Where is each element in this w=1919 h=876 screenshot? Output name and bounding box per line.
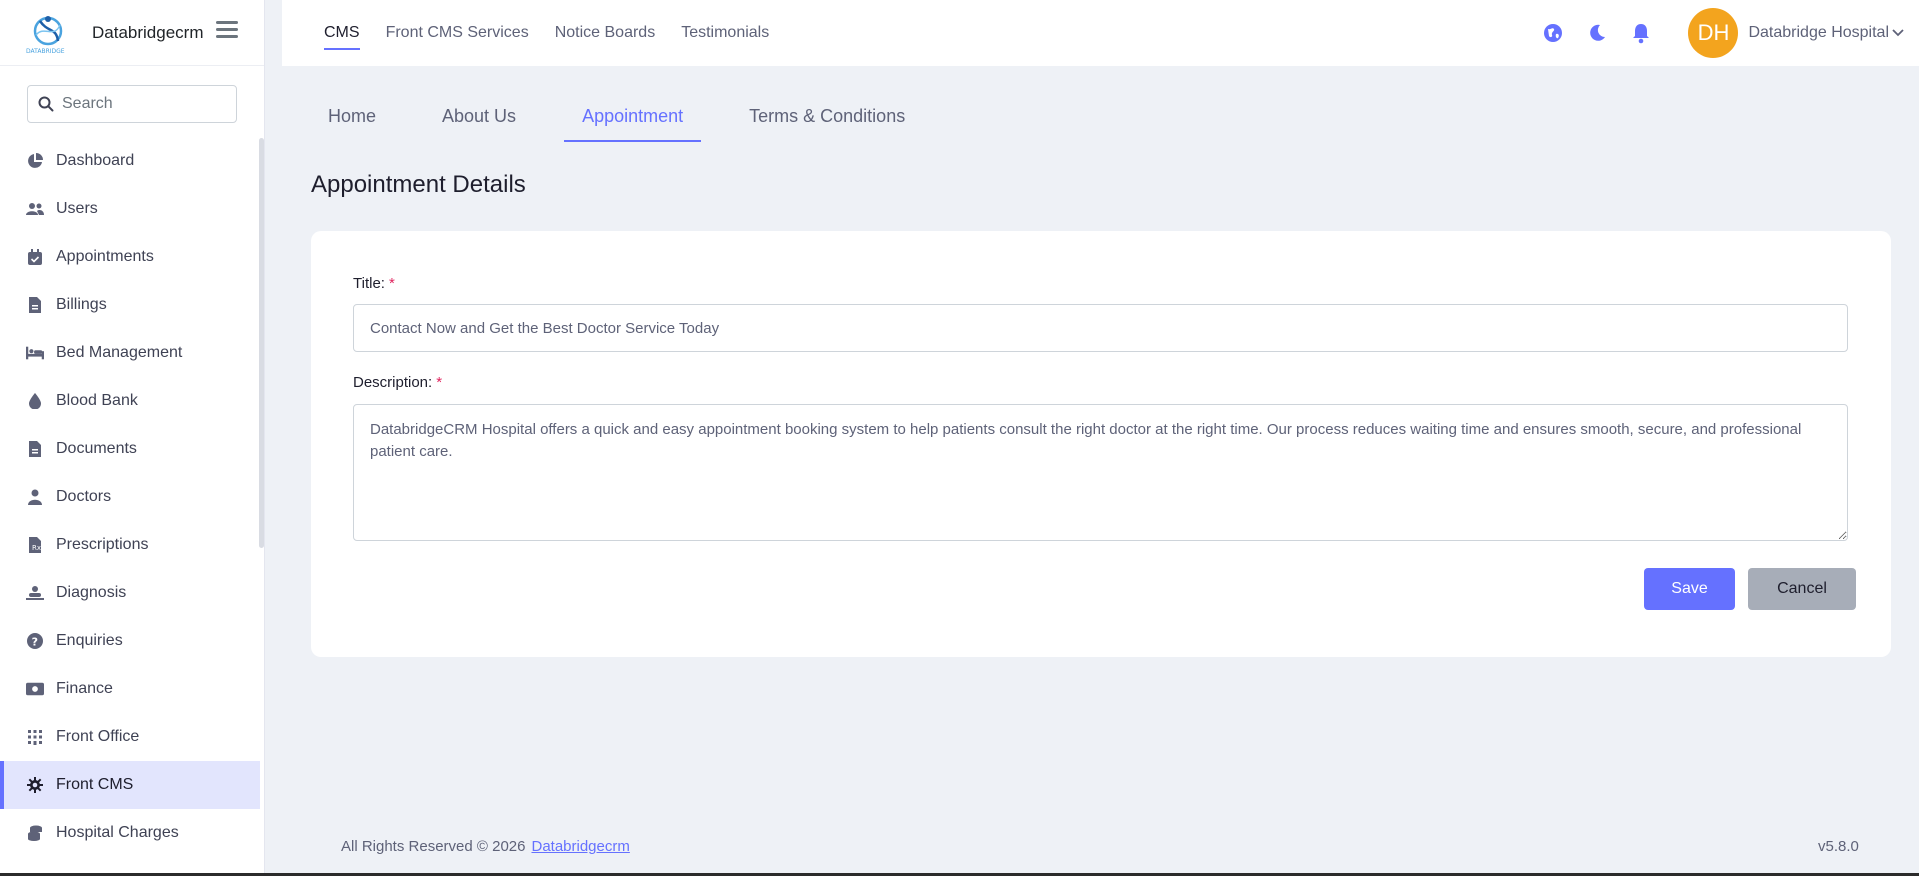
required-mark: * — [388, 275, 395, 292]
sidebar-item-label: Finance — [56, 680, 113, 697]
footer: All Rights Reserved © 2026 Databridgecrm — [341, 838, 630, 855]
sidebar-item-documents[interactable]: Documents — [0, 425, 260, 473]
globe-logo-icon: DATABRIDGE — [26, 15, 65, 55]
sidebar-item-label: Documents — [56, 440, 137, 457]
title-field[interactable] — [353, 304, 1848, 352]
sidebar-item-dashboard[interactable]: Dashboard — [0, 137, 260, 185]
sidebar-item-label: Bed Management — [56, 344, 183, 361]
money-icon — [26, 680, 44, 698]
sidebar-item-billings[interactable]: Billings — [0, 281, 260, 329]
title-label-text: Title: — [353, 275, 385, 292]
search-input[interactable] — [62, 95, 222, 113]
version-text: v5.8.0 — [1818, 838, 1859, 855]
footer-link[interactable]: Databridgecrm — [531, 838, 629, 855]
file-icon — [26, 440, 44, 458]
topnav-front-cms-services[interactable]: Front CMS Services — [386, 16, 529, 50]
topnav-cms[interactable]: CMS — [324, 16, 360, 50]
topbar: CMS Front CMS Services Notice Boards Testim… — [282, 0, 1919, 66]
bell-icon[interactable] — [1630, 22, 1652, 44]
header-tools: DH Databridge Hospital — [1542, 0, 1919, 66]
user-menu[interactable]: Databridge Hospital — [1748, 24, 1919, 42]
sidebar: DATABRIDGE Databridgecrm Dashboard Users A… — [0, 0, 265, 876]
pie-chart-icon — [26, 152, 44, 170]
content-tabs: Home About Us Appointment Terms & Condition… — [310, 96, 953, 142]
title-label: Title: * — [353, 275, 395, 292]
sidebar-scrollbar[interactable] — [259, 138, 264, 548]
building-icon — [26, 728, 44, 746]
tab-about-us[interactable]: About Us — [424, 96, 534, 142]
sidebar-item-label: Hospital Charges — [56, 824, 179, 841]
sidebar-item-label: Users — [56, 200, 98, 217]
sidebar-item-diagnosis[interactable]: Diagnosis — [0, 569, 260, 617]
svg-text:Rx: Rx — [32, 544, 41, 552]
coins-icon — [26, 824, 44, 842]
sidebar-item-label: Dashboard — [56, 152, 135, 169]
svg-text:?: ? — [32, 636, 38, 649]
brand-name: Databridgecrm — [92, 22, 204, 42]
sidebar-item-label: Billings — [56, 296, 107, 313]
question-circle-icon: ? — [26, 632, 44, 650]
users-icon — [26, 200, 44, 218]
required-mark: * — [436, 374, 443, 391]
sidebar-item-label: Diagnosis — [56, 584, 127, 601]
sidebar-item-label: Doctors — [56, 488, 112, 505]
topnav-testimonials[interactable]: Testimonials — [681, 16, 769, 50]
tab-home[interactable]: Home — [310, 96, 394, 142]
cancel-button[interactable]: Cancel — [1748, 568, 1856, 610]
sidebar-item-front-office[interactable]: Front Office — [0, 713, 260, 761]
page-title: Appointment Details — [311, 171, 526, 198]
user-name: Databridge Hospital — [1748, 24, 1889, 41]
save-button[interactable]: Save — [1644, 568, 1735, 610]
moon-icon[interactable] — [1586, 22, 1608, 44]
calendar-check-icon — [26, 248, 44, 266]
hamburger-menu-icon[interactable] — [216, 21, 238, 39]
top-nav: CMS Front CMS Services Notice Boards Testim… — [324, 0, 795, 66]
logo-text: DATABRIDGE — [26, 48, 65, 55]
file-invoice-icon — [26, 296, 44, 314]
sidebar-item-prescriptions[interactable]: Rx Prescriptions — [0, 521, 260, 569]
prescription-icon: Rx — [26, 536, 44, 554]
sidebar-item-label: Front Office — [56, 728, 140, 745]
sidebar-item-label: Enquiries — [56, 632, 123, 649]
sidebar-item-label: Prescriptions — [56, 536, 149, 553]
sidebar-item-hospital-charges[interactable]: Hospital Charges — [0, 809, 260, 857]
sidebar-item-label: Appointments — [56, 248, 154, 265]
sidebar-item-bed-management[interactable]: Bed Management — [0, 329, 260, 377]
description-label-text: Description: — [353, 374, 433, 391]
bed-icon — [26, 344, 44, 362]
search-icon — [38, 96, 54, 112]
description-label: Description: * — [353, 374, 442, 391]
sidebar-item-enquiries[interactable]: ? Enquiries — [0, 617, 260, 665]
sidebar-item-finance[interactable]: Finance — [0, 665, 260, 713]
sidebar-menu: Dashboard Users Appointments Billings Bed Ma… — [0, 137, 260, 876]
sidebar-item-label: Blood Bank — [56, 392, 138, 409]
sidebar-item-front-cms[interactable]: Front CMS — [0, 761, 260, 809]
sidebar-search — [27, 85, 237, 123]
globe-icon[interactable] — [1542, 22, 1564, 44]
sidebar-item-appointments[interactable]: Appointments — [0, 233, 260, 281]
diagnosis-icon — [26, 584, 44, 602]
chevron-down-icon — [1892, 29, 1904, 37]
sidebar-item-blood-bank[interactable]: Blood Bank — [0, 377, 260, 425]
sidebar-item-users[interactable]: Users — [0, 185, 260, 233]
avatar[interactable]: DH — [1688, 8, 1739, 58]
copyright-text: All Rights Reserved © 2026 — [341, 838, 526, 855]
topnav-notice-boards[interactable]: Notice Boards — [555, 16, 656, 50]
tab-appointment[interactable]: Appointment — [564, 96, 702, 142]
doctor-icon — [26, 488, 44, 506]
tab-terms-conditions[interactable]: Terms & Conditions — [731, 96, 923, 142]
sidebar-item-doctors[interactable]: Doctors — [0, 473, 260, 521]
brand-logo: DATABRIDGE — [26, 11, 78, 55]
droplet-icon — [26, 392, 44, 410]
description-field[interactable]: DatabridgeCRM Hospital offers a quick an… — [353, 404, 1848, 541]
appointment-form-card: Title:* Description:* DatabridgeCRM Hosp… — [311, 231, 1891, 657]
sidebar-item-label: Front CMS — [56, 776, 134, 793]
gear-icon — [26, 776, 44, 794]
